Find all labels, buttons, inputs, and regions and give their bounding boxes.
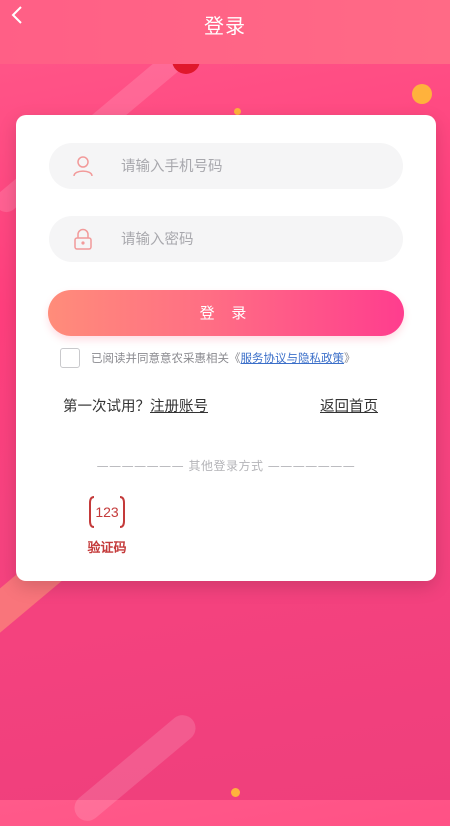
bg-stripe	[69, 709, 201, 826]
bg-dot	[234, 108, 241, 115]
app-header: 登录	[0, 0, 450, 64]
agreement-link[interactable]: 服务协议与隐私政策	[241, 351, 345, 365]
password-field	[49, 216, 403, 264]
agreement-checkbox[interactable]	[60, 348, 80, 368]
sms-login-button[interactable]: 123 验证码	[82, 495, 132, 556]
return-home-link[interactable]: 返回首页	[320, 395, 378, 416]
password-input[interactable]	[119, 216, 393, 264]
other-methods-divider: ——————— 其他登录方式 ———————	[96, 459, 356, 473]
first-try-row: 第一次试用？注册账号	[63, 395, 208, 416]
user-icon	[73, 156, 93, 177]
sms-label: 验证码	[87, 541, 127, 556]
login-button[interactable]: 登 录	[48, 290, 404, 336]
bg-dot	[412, 84, 432, 104]
first-try-text: 第一次试用？	[63, 399, 150, 415]
agreement-prefix: 已阅读并同意意农采惠相关《	[91, 351, 241, 365]
phone-field	[49, 143, 403, 191]
lock-icon	[74, 228, 92, 250]
login-card: 登 录 已阅读并同意意农采惠相关《服务协议与隐私政策》 第一次试用？注册账号 返…	[16, 115, 436, 581]
register-link[interactable]: 注册账号	[150, 399, 208, 415]
phone-input[interactable]	[119, 143, 393, 191]
sms-icon-text: 123	[95, 504, 119, 520]
verification-code-icon: 123	[89, 496, 125, 528]
agreement-row: 已阅读并同意意农采惠相关《服务协议与隐私政策》	[60, 348, 430, 368]
agreement-text: 已阅读并同意意农采惠相关《服务协议与隐私政策》	[91, 350, 356, 366]
page-title: 登录	[204, 14, 246, 38]
agreement-suffix: 》	[344, 351, 356, 365]
bg-dot	[231, 788, 240, 797]
